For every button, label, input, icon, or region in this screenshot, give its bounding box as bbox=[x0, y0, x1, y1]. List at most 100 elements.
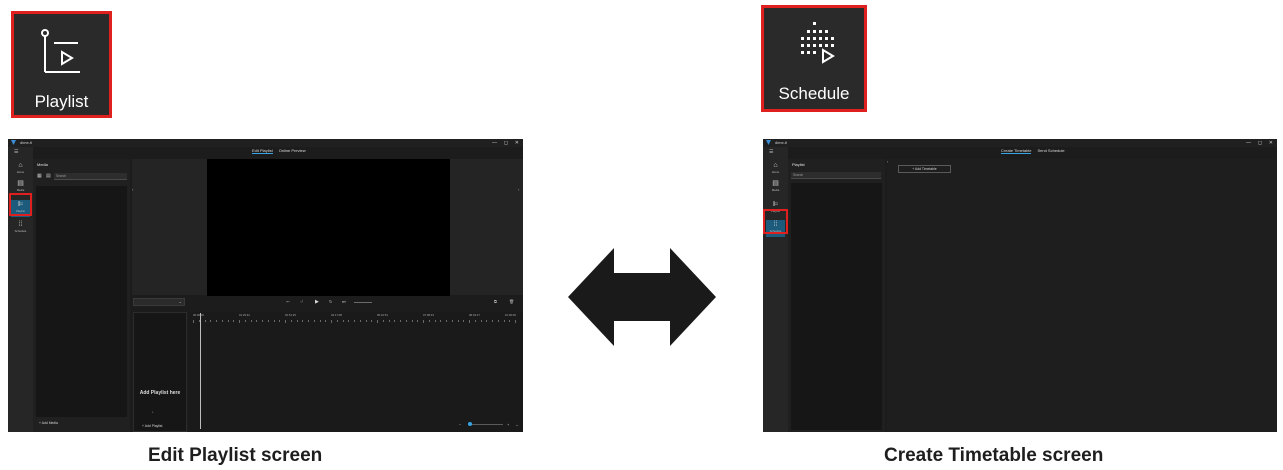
app-name: dime-tl bbox=[20, 140, 33, 145]
timeline-minor-tick bbox=[204, 320, 206, 322]
timeline-minor-tick bbox=[492, 320, 493, 322]
timeline-minor-tick bbox=[446, 320, 447, 322]
timeline-minor-tick bbox=[474, 320, 476, 322]
minimize-button[interactable]: — bbox=[492, 140, 497, 146]
create-timetable-window: dime-tl — ◻ ✕ ☰ ⌂ Home ▤ Media ⊫ Playlist ⁞… bbox=[763, 139, 1277, 432]
playlist-search-input[interactable]: Search bbox=[791, 172, 881, 179]
close-button[interactable]: ✕ bbox=[515, 140, 519, 146]
timeline-minor-tick bbox=[262, 320, 263, 322]
timeline-minor-tick bbox=[377, 320, 378, 323]
list-view-icon[interactable]: ▤ bbox=[46, 173, 51, 179]
preview-area: ‹ › bbox=[132, 159, 523, 296]
tab-create-timetable[interactable]: Create Timetable bbox=[1001, 148, 1032, 154]
skip-forward-icon[interactable]: ⏭ bbox=[342, 299, 346, 305]
timeline-minor-tick bbox=[497, 320, 499, 322]
grid-view-icon[interactable]: ▦ bbox=[37, 173, 42, 179]
playlist-select[interactable]: ⌄ bbox=[133, 298, 185, 306]
forward-icon[interactable]: ↻ bbox=[329, 299, 332, 305]
zoom-slider[interactable] bbox=[469, 424, 503, 425]
timetable-area: ‹ + Add Timetable bbox=[887, 159, 1277, 432]
caption-edit-playlist: Edit Playlist screen bbox=[148, 445, 323, 466]
rail-item-home[interactable]: ⌂ Home bbox=[766, 161, 785, 178]
timeline-minor-tick bbox=[457, 320, 459, 322]
tab-send-schedule[interactable]: Send Schedule bbox=[1037, 148, 1064, 153]
timeline-tick-label: 00:00:00 bbox=[193, 313, 204, 317]
tab-online-preview[interactable]: Online Preview bbox=[279, 148, 306, 153]
zoom-out-icon[interactable]: − bbox=[459, 422, 461, 427]
menu-icon[interactable]: ☰ bbox=[769, 149, 773, 155]
maximize-button[interactable]: ◻ bbox=[1258, 140, 1262, 146]
timeline-minor-tick bbox=[193, 320, 194, 323]
collapse-right-icon[interactable]: › bbox=[518, 187, 519, 193]
add-playlist-button[interactable]: + Add Playlist bbox=[142, 424, 162, 428]
media-search-input[interactable]: Search bbox=[54, 173, 127, 180]
trash-icon[interactable]: 🗑 bbox=[509, 299, 514, 305]
minimize-button[interactable]: — bbox=[1246, 140, 1251, 146]
timeline-minor-tick bbox=[331, 320, 332, 323]
volume-bar[interactable] bbox=[354, 302, 372, 303]
add-timetable-button[interactable]: + Add Timetable bbox=[898, 165, 951, 173]
app-name: dime-tl bbox=[775, 140, 788, 145]
timeline-minor-tick bbox=[227, 320, 229, 322]
timeline-minor-tick bbox=[256, 320, 258, 322]
timeline-tick-label: 05:42:51 bbox=[377, 313, 388, 317]
highlight-playlist-rail bbox=[9, 193, 32, 216]
playlist-icon: ⊫ bbox=[772, 201, 779, 208]
dropzone-text: Add Playlist here bbox=[139, 390, 181, 396]
media-icon: ▤ bbox=[17, 180, 24, 187]
timeline-minor-tick bbox=[285, 320, 286, 323]
timeline-minor-tick bbox=[428, 320, 430, 322]
rail-item-home[interactable]: ⌂ Home bbox=[11, 161, 30, 178]
timeline-minor-tick bbox=[480, 320, 482, 322]
playlist-zoom-label: Playlist bbox=[34, 92, 89, 111]
timeline-tick-label: 04:17:08 bbox=[331, 313, 342, 317]
timeline-minor-tick bbox=[382, 320, 384, 322]
zoom-in-icon[interactable]: + bbox=[507, 422, 509, 427]
timeline-minor-tick bbox=[290, 320, 292, 322]
rail-item-media[interactable]: ▤ Media bbox=[766, 179, 785, 196]
timeline-minor-tick bbox=[313, 320, 315, 322]
schedule-icon bbox=[801, 22, 835, 64]
fit-icon[interactable]: ↔ bbox=[515, 422, 519, 427]
playlist-zoom-tile: Playlist bbox=[11, 11, 112, 118]
schedule-zoom-tile: Schedule bbox=[761, 5, 867, 112]
timeline-minor-tick bbox=[451, 320, 453, 322]
playlist-dropzone[interactable]: Add Playlist here ↓ + Add Playlist bbox=[133, 312, 187, 432]
timeline-minor-tick bbox=[348, 320, 350, 322]
menu-icon[interactable]: ☰ bbox=[14, 149, 18, 155]
home-icon: ⌂ bbox=[773, 162, 778, 169]
timeline-minor-tick bbox=[388, 320, 390, 322]
add-media-button[interactable]: + Add Media bbox=[39, 421, 58, 425]
arrow-down-icon: ↓ bbox=[152, 410, 154, 414]
timeline-minor-tick bbox=[210, 320, 212, 322]
close-button[interactable]: ✕ bbox=[1269, 140, 1273, 146]
timeline-tick-label: 02:51:25 bbox=[285, 313, 296, 317]
timeline-minor-tick bbox=[486, 320, 488, 322]
title-bar: dime-tl — ◻ ✕ bbox=[8, 139, 523, 147]
playhead[interactable] bbox=[200, 313, 201, 429]
copy-icon[interactable]: ⧉ bbox=[494, 299, 497, 305]
media-panel-title: Media bbox=[37, 162, 48, 167]
zoom-slider-handle[interactable] bbox=[468, 422, 472, 426]
playlist-panel: Playlist Search bbox=[788, 159, 885, 432]
tab-edit-playlist[interactable]: Edit Playlist bbox=[252, 148, 273, 154]
timeline-minor-tick bbox=[417, 320, 419, 322]
timeline-minor-tick bbox=[354, 320, 355, 322]
timeline-minor-tick bbox=[423, 320, 424, 323]
video-preview bbox=[207, 159, 450, 296]
skip-back-icon[interactable]: ⏮ bbox=[286, 299, 290, 305]
play-icon[interactable]: ▶ bbox=[315, 299, 319, 305]
collapse-left-icon[interactable]: ‹ bbox=[887, 159, 888, 165]
collapse-left-icon[interactable]: ‹ bbox=[132, 187, 133, 193]
timeline-minor-tick bbox=[463, 320, 465, 322]
media-panel: Media ▦ ▤ Search + Add Media bbox=[33, 159, 130, 432]
rewind-icon[interactable]: ↺ bbox=[300, 299, 303, 305]
nav-rail: ☰ ⌂ Home ▤ Media ⊫ Playlist ⁞⁞ Schedule bbox=[8, 147, 33, 432]
app-logo-icon bbox=[766, 140, 771, 145]
timeline-minor-tick bbox=[342, 320, 344, 322]
rail-item-schedule[interactable]: ⁞⁞ Schedule bbox=[11, 220, 30, 237]
timeline-minor-tick bbox=[509, 320, 511, 322]
timeline-minor-tick bbox=[216, 320, 217, 322]
maximize-button[interactable]: ◻ bbox=[504, 140, 508, 146]
schedule-icon: ⁞⁞ bbox=[18, 221, 23, 228]
